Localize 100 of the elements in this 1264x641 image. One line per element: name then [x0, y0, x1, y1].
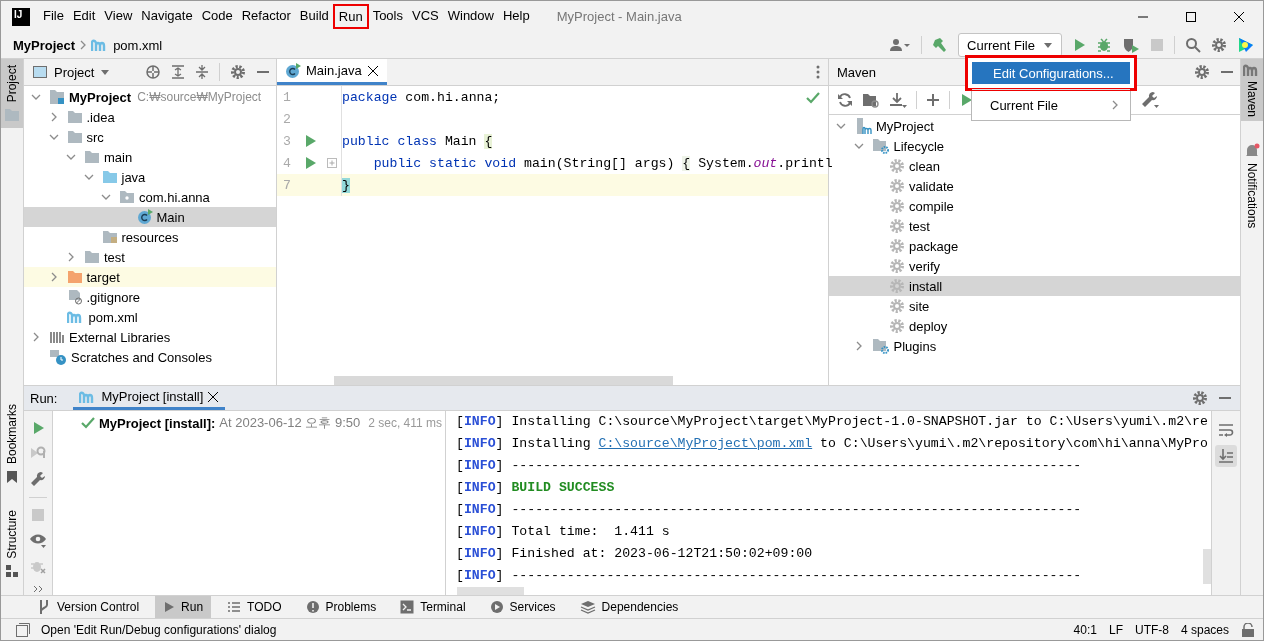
run-icon[interactable]	[959, 93, 973, 107]
tree-item[interactable]: .idea	[24, 107, 276, 127]
menu-item[interactable]: Tools	[368, 5, 407, 28]
shield-run-icon[interactable]	[1122, 37, 1140, 53]
tree-item[interactable]: site	[829, 296, 1240, 316]
bug-icon[interactable]	[1096, 37, 1112, 53]
hammer-icon[interactable]	[932, 37, 949, 53]
scrollbar-thumb[interactable]	[334, 376, 673, 385]
tree-item[interactable]: compile	[829, 196, 1240, 216]
menu-item[interactable]: Code	[197, 5, 237, 28]
run-icon[interactable]	[303, 134, 317, 148]
tree-item[interactable]: Lifecycle	[829, 136, 1240, 156]
tool-window-tab[interactable]: Bookmarks	[1, 398, 23, 491]
more-icon[interactable]	[816, 65, 820, 79]
tree-item[interactable]: validate	[829, 176, 1240, 196]
menu-item[interactable]: Refactor	[237, 5, 295, 28]
tool-window-tab[interactable]: Structure	[1, 504, 23, 583]
plus-icon[interactable]	[926, 93, 940, 107]
status-item[interactable]: UTF-8	[1134, 622, 1169, 637]
menu-item[interactable]: Navigate	[137, 5, 197, 28]
menu-item[interactable]: Build	[295, 5, 333, 28]
search-icon[interactable]	[1185, 37, 1201, 53]
toolbox-icon[interactable]	[1237, 36, 1255, 54]
file-link[interactable]: C:\source\MyProject\pom.xml	[598, 436, 813, 451]
tree-item[interactable]: MyProject C:₩source₩MyProject	[24, 87, 276, 107]
menu-item[interactable]: Window	[443, 5, 498, 28]
tree-item[interactable]: test	[829, 216, 1240, 236]
tool-window-tab[interactable]: Project	[1, 59, 23, 129]
tree-item[interactable]: verify	[829, 256, 1240, 276]
user-icon[interactable]	[889, 37, 912, 53]
run-config-dropdown[interactable]: Current File	[958, 33, 1062, 57]
tree-item[interactable]: MyProject	[829, 116, 1240, 136]
tool-window-tab[interactable]: Notifications	[1241, 139, 1263, 233]
tool-tab[interactable]: Version Control	[29, 596, 148, 618]
scrollbar-thumb[interactable]	[1203, 549, 1211, 584]
breadcrumb-item[interactable]: MyProject	[13, 37, 76, 53]
menu-item[interactable]: View	[100, 5, 137, 28]
refresh-icon[interactable]	[837, 92, 853, 108]
settings-icon[interactable]	[1194, 64, 1210, 80]
tree-item[interactable]: Main	[24, 207, 276, 227]
scrollbar-thumb[interactable]	[457, 587, 524, 595]
close-icon[interactable]	[366, 64, 379, 77]
folder-refresh-icon[interactable]	[862, 92, 880, 108]
menu-item[interactable]: Edit Configurations...	[965, 55, 1137, 91]
run-icon[interactable]	[303, 156, 317, 170]
tree-item[interactable]: resources	[24, 227, 276, 247]
window-icon[interactable]	[15, 621, 31, 638]
wrench-icon[interactable]	[1141, 91, 1159, 109]
status-item[interactable]: 4 spaces	[1180, 622, 1229, 637]
more-icon[interactable]	[32, 584, 44, 594]
lock-icon[interactable]	[1241, 622, 1255, 637]
line-number: 3	[282, 133, 292, 149]
tree-item[interactable]: install	[829, 276, 1240, 296]
tool-tab[interactable]: Services	[481, 596, 564, 618]
wrench-icon[interactable]	[30, 471, 46, 487]
tree-item[interactable]: com.hi.anna	[24, 187, 276, 207]
tree-item[interactable]: External Libraries	[24, 327, 276, 347]
tree-item[interactable]: deploy	[829, 316, 1240, 336]
menu-item[interactable]: Run	[333, 5, 368, 28]
collapse-all-icon[interactable]	[195, 64, 209, 80]
settings-icon[interactable]	[230, 64, 246, 80]
tree-item[interactable]: .gitignore	[24, 287, 276, 307]
tool-window-tab[interactable]: Maven	[1241, 59, 1263, 122]
panel-title-dropdown[interactable]: Project	[32, 64, 111, 80]
status-item[interactable]: 40:1	[1073, 622, 1097, 637]
scroll-to-end-button[interactable]	[1215, 445, 1237, 467]
tool-tab[interactable]: TODO	[219, 596, 290, 618]
settings-icon[interactable]	[1192, 390, 1208, 406]
download-icon[interactable]	[889, 92, 907, 108]
menu-item[interactable]: File	[39, 5, 68, 28]
tree-item[interactable]: test	[24, 247, 276, 267]
menu-item[interactable]: VCS	[408, 5, 443, 28]
run-icon[interactable]	[31, 421, 45, 435]
tree-item[interactable]: main	[24, 147, 276, 167]
close-icon	[1233, 10, 1245, 23]
breadcrumb-item[interactable]: pom.xml	[91, 37, 163, 53]
tool-tab[interactable]: Terminal	[392, 596, 474, 618]
tree-item[interactable]: pom.xml	[24, 307, 276, 327]
tool-tab[interactable]: Run	[155, 596, 212, 618]
run-icon[interactable]	[1072, 38, 1086, 52]
settings-icon[interactable]	[1211, 37, 1227, 53]
tree-item[interactable]: Scratches and Consoles	[24, 347, 276, 367]
status-item[interactable]: LF	[1108, 622, 1123, 637]
expand-all-icon[interactable]	[171, 64, 185, 80]
menu-item[interactable]: Current File	[972, 94, 1130, 116]
close-icon[interactable]	[207, 390, 220, 403]
editor-tab[interactable]: Main.java	[277, 59, 387, 85]
tree-item[interactable]: src	[24, 127, 276, 147]
fold-icon[interactable]	[327, 158, 337, 168]
menu-item[interactable]: Edit	[68, 5, 100, 28]
tree-item[interactable]: target	[24, 267, 276, 287]
menu-item[interactable]: Help	[498, 5, 534, 28]
rerun-icon[interactable]	[30, 445, 46, 461]
tree-item[interactable]: Plugins	[829, 336, 1240, 356]
locate-icon[interactable]	[145, 64, 161, 80]
tree-item[interactable]: package	[829, 236, 1240, 256]
eye-icon[interactable]	[29, 532, 47, 548]
tool-tab[interactable]: Problems	[297, 596, 385, 618]
tool-tab[interactable]: Dependencies	[571, 596, 687, 618]
tree-item[interactable]: java	[24, 167, 276, 187]
